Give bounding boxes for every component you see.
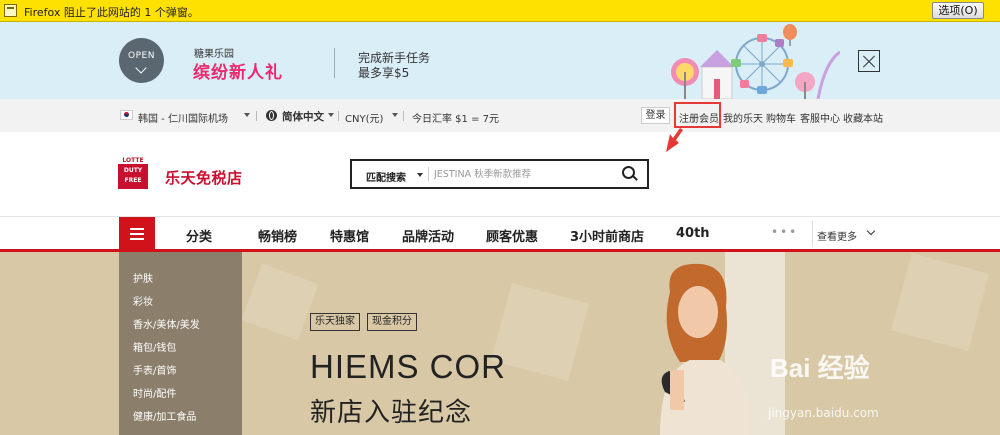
- search-icon[interactable]: [620, 165, 638, 183]
- lotte-logo[interactable]: LOTTE DUTY FREE: [118, 157, 148, 189]
- category-bags[interactable]: 箱包/钱包: [133, 339, 176, 354]
- divider: [256, 111, 257, 121]
- category-skincare[interactable]: 护肤: [133, 270, 153, 285]
- chevron-down-icon: [135, 62, 147, 74]
- nav-item-customer-benefits[interactable]: 顾客优惠: [486, 226, 538, 245]
- divider: [338, 111, 339, 121]
- options-button[interactable]: 选项(O): [932, 2, 984, 19]
- hero-subtitle: 新店入驻纪念: [310, 398, 473, 428]
- promo-big-text: 缤纷新人礼: [193, 63, 283, 83]
- logo-line-2: DUTY: [123, 167, 143, 174]
- caret-down-icon: [328, 113, 334, 117]
- menu-bar: [130, 233, 144, 235]
- bg-shape: [891, 253, 989, 351]
- utility-bar: 韩国 - 仁川国际机场 简体中文 CNY(元) 今日汇率 $1 = 7元 登录 …: [0, 99, 1000, 132]
- open-toggle-button[interactable]: OPEN: [119, 38, 164, 83]
- baidu-watermark-url: jingyan.baidu.com: [768, 406, 879, 420]
- category-health[interactable]: 健康/加工食品: [133, 408, 196, 423]
- bookmark-link[interactable]: 收藏本站: [843, 110, 883, 125]
- promo-line-2: 最多享$5: [358, 66, 410, 80]
- site-name[interactable]: 乐天免税店: [165, 167, 243, 188]
- promo-divider: [334, 48, 335, 78]
- search-type-selector[interactable]: 匹配搜索: [366, 169, 406, 184]
- menu-bar: [130, 228, 144, 230]
- hero-title: HIEMS COR: [310, 348, 507, 385]
- customer-service-link[interactable]: 客服中心: [800, 110, 840, 125]
- exchange-rate: 今日汇率 $1 = 7元: [412, 114, 500, 125]
- popup-blocked-message: Firefox 阻止了此网站的 1 个弹窗。: [24, 6, 199, 19]
- logo-line-3: FREE: [124, 177, 142, 184]
- hero-banner[interactable]: 护肤 彩妆 香水/美体/美发 箱包/钱包 手表/首饰 时尚/配件 健康/加工食品…: [0, 252, 1000, 435]
- logo-line-1: LOTTE: [118, 157, 148, 164]
- divider: [403, 111, 404, 121]
- search-box: 匹配搜索: [350, 159, 649, 189]
- category-perfume[interactable]: 香水/美体/美发: [133, 316, 200, 331]
- chevron-down-icon: [866, 226, 876, 236]
- category-sidebar: 护肤 彩妆 香水/美体/美发 箱包/钱包 手表/首饰 时尚/配件 健康/加工食品: [119, 252, 242, 435]
- my-lotte-link[interactable]: 我的乐天: [723, 110, 763, 125]
- caret-down-icon: [417, 173, 423, 177]
- bg-shape: [241, 263, 319, 341]
- menu-button[interactable]: [119, 217, 155, 250]
- exclusive-badge: 乐天独家: [310, 313, 360, 331]
- korea-flag-icon: [120, 110, 133, 120]
- popup-blocked-bar: Firefox 阻止了此网站的 1 个弹窗。 选项(O): [0, 0, 1000, 22]
- open-label: OPEN: [128, 51, 155, 61]
- main-nav: 分类 畅销榜 特惠馆 品牌活动 顾客优惠 3小时前商店 40th ••• 查看更…: [0, 216, 1000, 252]
- category-watches[interactable]: 手表/首饰: [133, 362, 176, 377]
- site-header: LOTTE DUTY FREE 乐天免税店 匹配搜索: [0, 132, 1000, 216]
- cart-link[interactable]: 购物车: [766, 110, 796, 125]
- search-input[interactable]: [434, 165, 614, 183]
- cash-points-badge: 现金积分: [367, 313, 417, 331]
- language-selector[interactable]: 简体中文: [282, 109, 324, 124]
- nav-item-3h-store[interactable]: 3小时前商店: [570, 226, 644, 245]
- popup-blocked-icon: [4, 4, 17, 17]
- menu-bar: [130, 238, 144, 240]
- location-selector[interactable]: 韩国 - 仁川国际机场: [138, 110, 228, 125]
- register-highlight-box: [674, 102, 721, 128]
- divider: [812, 221, 813, 247]
- divider: [428, 167, 429, 181]
- view-more-link[interactable]: 查看更多: [817, 228, 857, 243]
- nav-item-deals[interactable]: 特惠馆: [330, 226, 369, 245]
- nav-item-brand-events[interactable]: 品牌活动: [402, 226, 454, 245]
- category-makeup[interactable]: 彩妆: [133, 293, 153, 308]
- candy-park-illustration: [671, 24, 840, 99]
- more-dots-icon[interactable]: •••: [771, 225, 798, 239]
- currency-selector[interactable]: CNY(元): [345, 110, 383, 125]
- nav-item-category[interactable]: 分类: [186, 226, 212, 245]
- caret-down-icon: [244, 113, 250, 117]
- nav-item-40th[interactable]: 40th: [676, 226, 710, 241]
- globe-icon: [266, 110, 277, 121]
- category-fashion[interactable]: 时尚/配件: [133, 385, 176, 400]
- baidu-watermark: Bai 经验: [770, 353, 870, 383]
- caret-down-icon: [392, 113, 398, 117]
- nav-item-bestseller[interactable]: 畅销榜: [258, 226, 297, 245]
- arrow-annotation-icon: [666, 128, 683, 152]
- close-promo-button[interactable]: [858, 50, 880, 72]
- login-button[interactable]: 登录: [641, 107, 670, 124]
- promo-banner: OPEN 糖果乐园 缤纷新人礼 完成新手任务 最多享$5: [0, 22, 1000, 99]
